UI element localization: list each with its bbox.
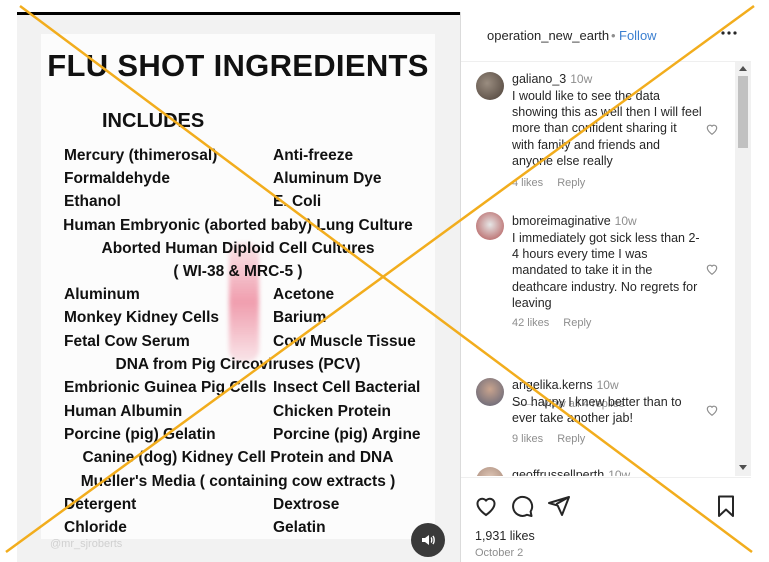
bookmark-icon[interactable] bbox=[714, 494, 738, 518]
comment-text: I immediately got sick less than 2-4 hou… bbox=[512, 231, 700, 310]
comment-likes[interactable]: 4 likes bbox=[512, 177, 543, 189]
post-actions: 1,931 likes October 2 bbox=[461, 477, 751, 562]
likes-count[interactable]: 1,931 likes bbox=[475, 529, 535, 543]
watermark: @mr_sjroberts bbox=[50, 538, 123, 550]
ingredient: Gelatin bbox=[273, 519, 326, 536]
speaker-icon bbox=[422, 535, 435, 545]
follow-button[interactable]: Follow bbox=[619, 28, 657, 43]
ingredient: Human Embryonic (aborted baby) Lung Cult… bbox=[63, 217, 413, 234]
ingredient: Aluminum bbox=[64, 286, 140, 303]
ingredient: Mercury (thimerosal) bbox=[64, 147, 218, 164]
comment-icon[interactable] bbox=[510, 494, 534, 518]
comment-username[interactable]: bmoreimaginative bbox=[512, 214, 611, 228]
ingredient: Porcine (pig) Argine bbox=[273, 426, 421, 443]
ingredient: Aluminum Dye bbox=[273, 170, 382, 187]
ingredient: Monkey Kidney Cells bbox=[64, 309, 220, 326]
ingredient: Acetone bbox=[273, 286, 335, 303]
comment-likes[interactable]: 9 likes bbox=[512, 433, 543, 445]
ingredient: ( WI-38 & MRC-5 ) bbox=[173, 263, 303, 280]
comments-list: galiano_3 10w I would like to see the dat… bbox=[461, 62, 735, 476]
reply-button[interactable]: Reply bbox=[557, 433, 585, 445]
reply-button[interactable]: Reply bbox=[563, 317, 591, 329]
poster-subtitle: INCLUDES bbox=[102, 110, 205, 132]
comment-time: 10w bbox=[570, 72, 593, 86]
comment-username-line: bmoreimaginative 10w bbox=[512, 214, 637, 228]
heart-icon[interactable] bbox=[474, 494, 498, 518]
ingredient: Barium bbox=[273, 309, 327, 326]
ingredient: Embrionic Guinea Pig Cells bbox=[64, 379, 267, 396]
comment-likes[interactable]: 42 likes bbox=[512, 317, 549, 329]
separator-dot: • bbox=[611, 28, 616, 43]
reply-button[interactable]: Reply bbox=[557, 177, 585, 189]
ingredient: Ethanol bbox=[64, 193, 121, 210]
comment-username-line: geoffrussellperth 10w bbox=[512, 468, 630, 476]
ingredient: Dextrose bbox=[273, 496, 340, 513]
poster-title: FLU SHOT INGREDIENTS bbox=[47, 48, 429, 83]
scroll-down-arrow[interactable] bbox=[739, 465, 747, 470]
heart-icon[interactable] bbox=[705, 403, 719, 417]
ingredient: Chicken Protein bbox=[273, 403, 391, 420]
ingredient: Aborted Human Diploid Cell Cultures bbox=[101, 240, 375, 257]
avatar[interactable] bbox=[476, 378, 504, 406]
post-image[interactable]: FLU SHOT INGREDIENTS INCLUDES Mercury (t… bbox=[17, 15, 460, 562]
instagram-post-view: FLU SHOT INGREDIENTS INCLUDES Mercury (t… bbox=[0, 0, 769, 562]
ingredient: Cow Muscle Tissue bbox=[273, 333, 416, 350]
ingredient: Insect Cell Bacterial bbox=[273, 379, 421, 396]
author-username[interactable]: operation_new_earth bbox=[487, 28, 609, 43]
comment-username[interactable]: geoffrussellperth bbox=[512, 468, 604, 476]
avatar[interactable] bbox=[476, 72, 504, 100]
ingredient: Fetal Cow Serum bbox=[64, 333, 190, 350]
post-date: October 2 bbox=[475, 547, 524, 559]
scroll-up-arrow[interactable] bbox=[739, 66, 747, 71]
ingredient: Formaldehyde bbox=[64, 170, 170, 187]
ingredient: Detergent bbox=[64, 496, 137, 513]
comment-username[interactable]: angelika.kerns bbox=[512, 378, 593, 392]
comments-scrollbar[interactable] bbox=[735, 62, 751, 476]
ingredient: E. Coli bbox=[273, 193, 322, 210]
avatar[interactable] bbox=[476, 467, 504, 476]
comment-username-line: galiano_3 10w bbox=[512, 72, 592, 86]
heart-icon[interactable] bbox=[705, 262, 719, 276]
comment-time: 10w bbox=[608, 468, 631, 476]
ingredient: DNA from Pig Circoviruses (PCV) bbox=[115, 356, 361, 373]
comment-username[interactable]: galiano_3 bbox=[512, 72, 566, 86]
comment-username-line: angelika.kerns 10w bbox=[512, 378, 619, 392]
more-options-icon[interactable] bbox=[720, 24, 738, 42]
ingredient: Mueller's Media ( containing cow extract… bbox=[80, 473, 396, 490]
ingredient: Chloride bbox=[64, 519, 127, 536]
sound-toggle-button[interactable] bbox=[411, 523, 445, 557]
comment-time: 10w bbox=[596, 378, 619, 392]
post-header: operation_new_earth • Follow bbox=[461, 12, 751, 62]
comment-meta: 4 likes Reply bbox=[512, 177, 599, 189]
ingredient: Canine (dog) Kidney Cell Protein and DNA bbox=[82, 449, 394, 466]
flu-shot-poster: FLU SHOT INGREDIENTS INCLUDES Mercury (t… bbox=[41, 34, 435, 539]
syringe-graphic bbox=[229, 242, 259, 362]
share-icon[interactable] bbox=[547, 494, 571, 518]
comment-text: So happy I knew better than to ever take… bbox=[512, 395, 682, 426]
avatar[interactable] bbox=[476, 212, 504, 240]
scrollbar-thumb[interactable] bbox=[738, 76, 748, 148]
comment-time: 10w bbox=[614, 214, 637, 228]
heart-icon[interactable] bbox=[705, 122, 719, 136]
comment-meta: 9 likes Reply bbox=[512, 433, 599, 445]
ingredient: Porcine (pig) Gelatin bbox=[64, 426, 216, 443]
post-sidebar: operation_new_earth • Follow galiano_3 10… bbox=[460, 12, 751, 562]
ingredient: Human Albumin bbox=[64, 403, 183, 420]
ingredient: Anti-freeze bbox=[273, 147, 354, 164]
comment-meta: 42 likes Reply bbox=[512, 317, 605, 329]
comment-text: I would like to see the data showing thi… bbox=[512, 89, 702, 168]
